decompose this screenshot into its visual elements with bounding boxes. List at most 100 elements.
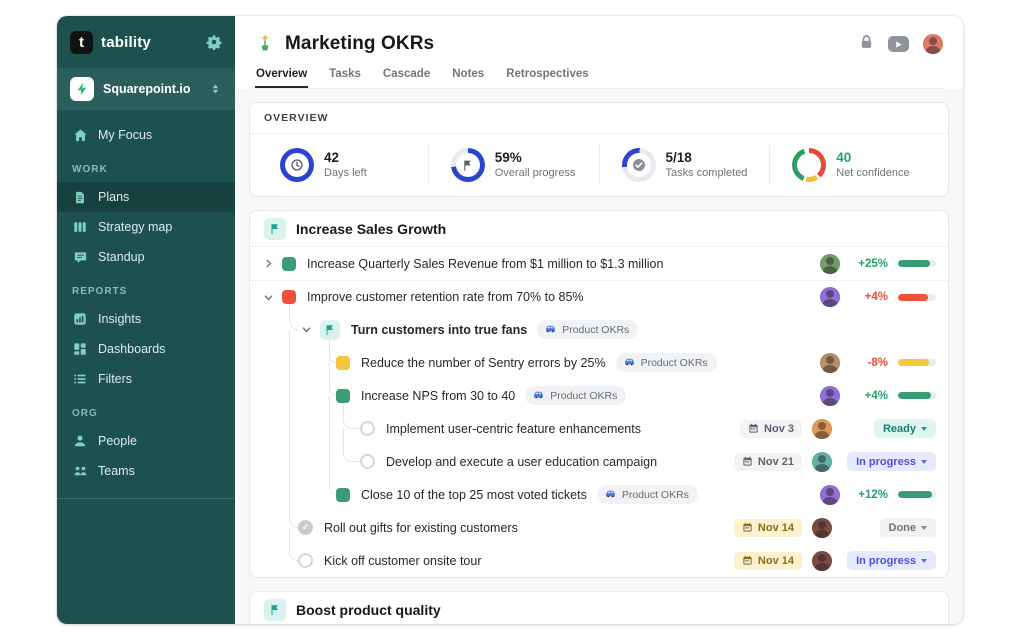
sidebar-item-dashboards[interactable]: Dashboards xyxy=(57,334,235,364)
stat-value: 59% xyxy=(495,151,576,166)
row-title: Develop and execute a user education cam… xyxy=(386,455,657,469)
list-icon xyxy=(72,372,88,386)
stat-ring-icon xyxy=(627,153,651,177)
team-icon xyxy=(72,464,88,478)
overview-stats: 42Days left59%Overall progress5/18Tasks … xyxy=(250,134,948,196)
assignee-avatar[interactable] xyxy=(820,386,840,406)
task-status-dropdown[interactable]: Done xyxy=(880,518,937,537)
assignee-avatar[interactable] xyxy=(820,353,840,373)
page: t tability Squarepoint.io My FocusWORKPl… xyxy=(0,0,1024,634)
tab-retrospectives[interactable]: Retrospectives xyxy=(505,68,589,88)
task-checkbox[interactable] xyxy=(360,421,375,436)
sidebar-item-label: Strategy map xyxy=(98,220,172,234)
user-avatar[interactable] xyxy=(923,34,943,54)
progress-bar xyxy=(898,392,936,399)
lock-icon[interactable] xyxy=(859,34,874,55)
stat-ring xyxy=(622,148,656,182)
person-icon xyxy=(72,434,88,448)
sidebar-item-filters[interactable]: Filters xyxy=(57,364,235,394)
task-status-dropdown[interactable]: Ready xyxy=(874,419,936,438)
expand-chevron-down-icon[interactable] xyxy=(260,292,276,303)
linked-plan-tag[interactable]: Product OKRs xyxy=(597,485,698,504)
stat-ring-icon xyxy=(797,153,821,177)
sidebar-item-insights[interactable]: Insights xyxy=(57,304,235,334)
sidebar-item-teams[interactable]: Teams xyxy=(57,456,235,486)
assignee-avatar[interactable] xyxy=(820,254,840,274)
doc-icon xyxy=(72,190,88,205)
row-title: Roll out gifts for existing customers xyxy=(324,521,518,535)
expand-chevron-down-icon[interactable] xyxy=(298,324,314,335)
car-icon xyxy=(544,323,557,337)
assignee-avatar[interactable] xyxy=(812,419,832,439)
tab-overview[interactable]: Overview xyxy=(255,68,308,88)
settings-gear-icon[interactable] xyxy=(206,34,222,50)
objective-flag-icon xyxy=(264,599,286,621)
sidebar-item-strategy-map[interactable]: Strategy map xyxy=(57,212,235,242)
stat-label: Net confidence xyxy=(836,167,909,179)
row-title: Increase Quarterly Sales Revenue from $1… xyxy=(307,257,663,271)
sidebar-header: t tability xyxy=(57,16,235,68)
key-result-row[interactable]: Improve customer retention rate from 70%… xyxy=(250,280,948,313)
stat-ring-icon xyxy=(285,153,309,177)
task-row[interactable]: ✓Roll out gifts for existing customersNo… xyxy=(250,511,948,544)
stat-value: 5/18 xyxy=(666,151,748,166)
due-date-pill: Nov 21 xyxy=(734,453,802,471)
assignee-avatar[interactable] xyxy=(820,485,840,505)
task-row[interactable]: Develop and execute a user education cam… xyxy=(250,445,948,478)
stat-tasks-completed: 5/18Tasks completed xyxy=(599,145,770,185)
sidebar-footer-space xyxy=(57,499,235,624)
page-title: Marketing OKRs xyxy=(285,33,434,55)
task-row[interactable]: Implement user-centric feature enhanceme… xyxy=(250,412,948,445)
video-button[interactable] xyxy=(888,36,909,52)
plan-card-0: Increase Sales Growth Increase Quarterly … xyxy=(249,210,949,578)
task-checkbox[interactable] xyxy=(298,553,313,568)
kr-status-bullet xyxy=(336,389,350,403)
assignee-avatar[interactable] xyxy=(820,287,840,307)
assignee-avatar[interactable] xyxy=(812,518,832,538)
row-title: Improve customer retention rate from 70%… xyxy=(307,290,584,304)
progress-bar xyxy=(898,294,936,301)
key-result-row[interactable]: Close 10 of the top 25 most voted ticket… xyxy=(250,478,948,511)
card-title: Increase Sales Growth xyxy=(296,221,446,237)
task-status-dropdown[interactable]: In progress xyxy=(847,452,936,471)
card-header[interactable]: Boost product quality xyxy=(250,592,948,624)
tab-cascade[interactable]: Cascade xyxy=(382,68,431,88)
tability-logo-icon: t xyxy=(70,31,93,54)
card-title: Boost product quality xyxy=(296,602,441,618)
progress-delta: +4% xyxy=(850,291,888,303)
task-status-dropdown[interactable]: In progress xyxy=(847,551,936,570)
objective-row[interactable]: Turn customers into true fansProduct OKR… xyxy=(250,313,948,346)
sidebar-item-label: People xyxy=(98,434,137,448)
task-row[interactable]: Kick off customer onsite tourNov 14In pr… xyxy=(250,544,948,577)
linked-plan-tag[interactable]: Product OKRs xyxy=(537,320,638,339)
nav-section-label-org: ORG xyxy=(57,394,235,426)
progress-bar xyxy=(898,491,936,498)
sidebar-item-people[interactable]: People xyxy=(57,426,235,456)
assignee-avatar[interactable] xyxy=(812,452,832,472)
card-header[interactable]: Increase Sales Growth xyxy=(250,211,948,247)
expand-chevron-right-icon[interactable] xyxy=(260,258,276,269)
workspace-switcher[interactable]: Squarepoint.io xyxy=(57,68,235,110)
linked-plan-tag[interactable]: Product OKRs xyxy=(525,386,626,405)
calendar-icon xyxy=(742,456,753,467)
key-result-row[interactable]: Increase Quarterly Sales Revenue from $1… xyxy=(250,247,948,280)
row-title: Kick off customer onsite tour xyxy=(324,554,481,568)
linked-plan-tag[interactable]: Product OKRs xyxy=(616,353,717,372)
sidebar-item-my-focus[interactable]: My Focus xyxy=(57,120,235,150)
car-icon xyxy=(623,356,636,370)
task-checkbox[interactable] xyxy=(360,454,375,469)
chevron-down-icon xyxy=(921,559,927,563)
sidebar-item-standup[interactable]: Standup xyxy=(57,242,235,272)
tab-tasks[interactable]: Tasks xyxy=(328,68,362,88)
main-panel: Marketing OKRs Overview Tasks Cascade Notes… xyxy=(235,16,963,624)
kr-status-bullet xyxy=(336,488,350,502)
kr-status-bullet xyxy=(282,290,296,304)
task-checkbox[interactable]: ✓ xyxy=(298,520,313,535)
key-result-row[interactable]: Reduce the number of Sentry errors by 25… xyxy=(250,346,948,379)
key-result-row[interactable]: Increase NPS from 30 to 40Product OKRs+4… xyxy=(250,379,948,412)
sidebar-item-plans[interactable]: Plans xyxy=(57,182,235,212)
tab-notes[interactable]: Notes xyxy=(451,68,485,88)
stat-value: 40 xyxy=(836,151,909,166)
assignee-avatar[interactable] xyxy=(812,551,832,571)
workspace-name: Squarepoint.io xyxy=(103,82,191,96)
